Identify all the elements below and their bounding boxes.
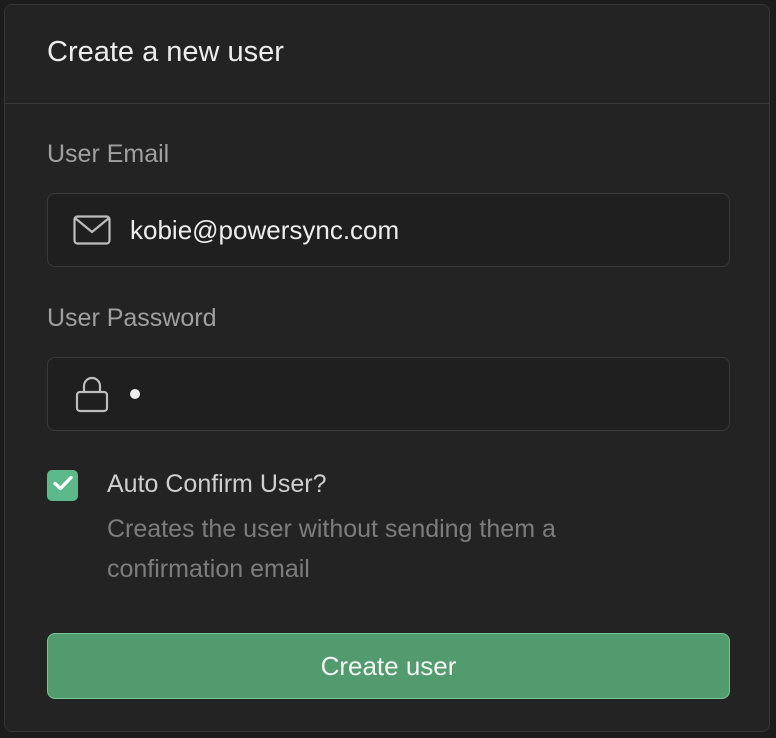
mail-icon [72, 210, 112, 250]
password-label: User Password [47, 304, 217, 332]
password-field[interactable] [47, 357, 730, 431]
email-field[interactable] [47, 193, 730, 267]
create-user-dialog: Create a new user User Email User Passwo… [4, 4, 770, 732]
auto-confirm-label[interactable]: Auto Confirm User? [107, 470, 327, 499]
lock-icon [72, 374, 112, 414]
create-user-button[interactable]: Create user [47, 633, 730, 699]
checkmark-icon [52, 475, 73, 496]
email-input[interactable] [130, 214, 690, 246]
dialog-title: Create a new user [47, 35, 284, 68]
dialog-header: Create a new user [5, 5, 769, 104]
auto-confirm-checkbox[interactable] [47, 470, 78, 501]
password-masked-value[interactable] [130, 389, 140, 399]
auto-confirm-description: Creates the user without sending them a … [107, 515, 556, 583]
email-label: User Email [47, 140, 170, 168]
